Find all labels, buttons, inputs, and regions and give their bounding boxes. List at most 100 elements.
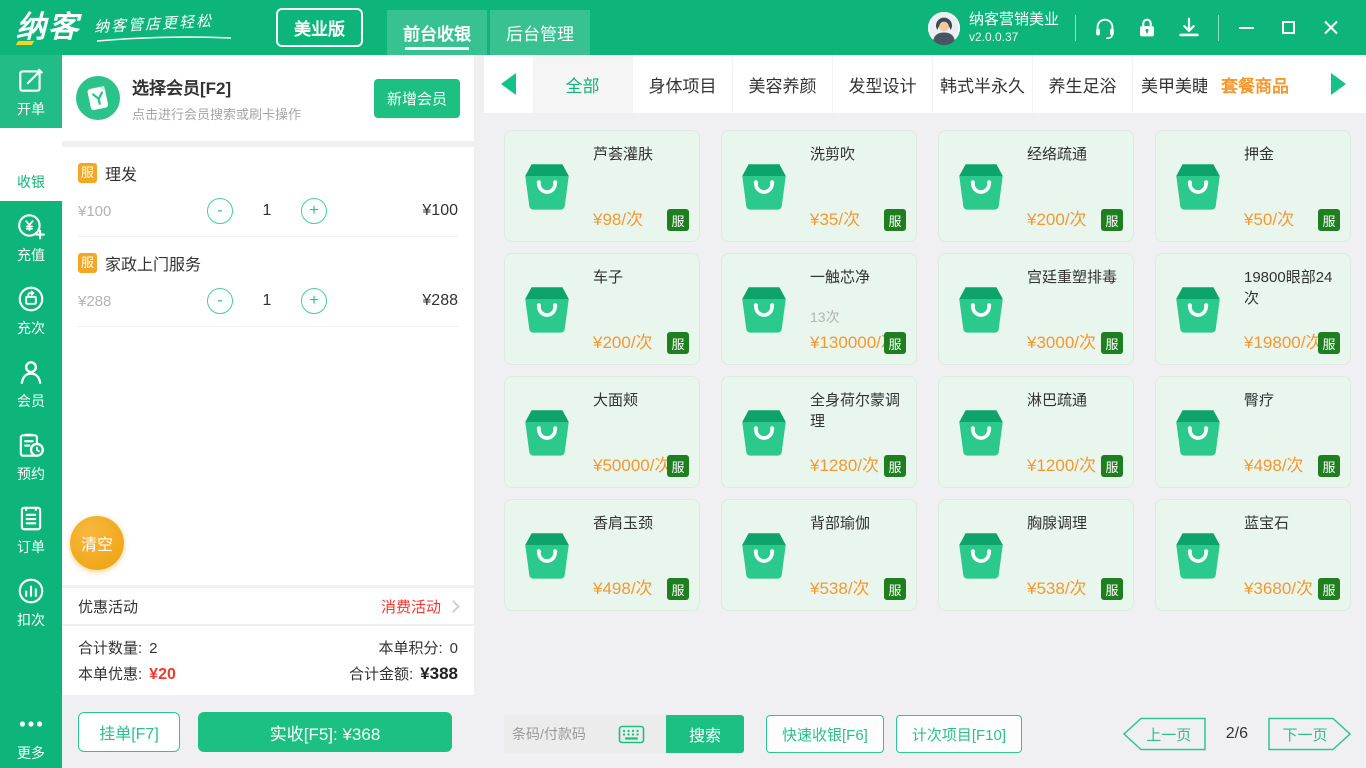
sidebar-item[interactable]: 扣次 bbox=[0, 566, 62, 639]
avatar-icon bbox=[927, 11, 961, 45]
cart-actions: 挂单[F7] 实收[F5]: ¥368 bbox=[78, 712, 452, 752]
member-select-subtitle: 点击进行会员搜索或刷卡操作 bbox=[132, 106, 302, 122]
cart-item-name: 家政上门服务 bbox=[105, 257, 202, 274]
product-card[interactable]: 洗剪吹 ¥35/次 服 bbox=[721, 130, 917, 242]
member-select-title: 选择会员[F2] bbox=[132, 78, 232, 98]
nav-tab-label: 前台收银 bbox=[403, 25, 471, 44]
search-button[interactable]: 搜索 bbox=[666, 715, 744, 753]
decrease-button[interactable]: - bbox=[207, 288, 233, 314]
category-tab[interactable]: 身体项目 bbox=[633, 55, 733, 113]
category-bar: 全部 身体项目 美容养颜 发型设计 韩式半永久 养生足浴 美甲美睫 套餐商品 bbox=[484, 55, 1366, 113]
product-card[interactable]: 蓝宝石 ¥3680/次 服 bbox=[1155, 499, 1351, 611]
category-tabs: 全部 身体项目 美容养颜 发型设计 韩式半永久 养生足浴 美甲美睫 套餐商品 bbox=[533, 55, 1303, 113]
category-tab[interactable]: 美甲美睫 bbox=[1133, 55, 1207, 113]
nav-tab[interactable]: 前台收银 bbox=[387, 10, 487, 55]
promo-row[interactable]: 优惠活动 消费活动 bbox=[62, 588, 474, 624]
lock-icon[interactable] bbox=[1134, 15, 1160, 41]
clear-cart-button[interactable]: 清空 bbox=[70, 516, 124, 570]
checkout-button[interactable]: 实收[F5]: ¥368 bbox=[198, 712, 452, 752]
prev-page-button[interactable]: 上一页 bbox=[1121, 717, 1207, 751]
increase-button[interactable]: + bbox=[301, 288, 327, 314]
product-price: ¥98/次 bbox=[593, 210, 644, 229]
bag-icon bbox=[518, 157, 576, 215]
product-card[interactable]: 胸腺调理 ¥538/次 服 bbox=[938, 499, 1134, 611]
scroll-left-button[interactable] bbox=[484, 55, 533, 113]
product-card[interactable]: 经络疏通 ¥200/次 服 bbox=[938, 130, 1134, 242]
sidebar-item-label: 会员 bbox=[17, 392, 45, 409]
product-card[interactable]: 宫廷重塑排毒 ¥3000/次 服 bbox=[938, 253, 1134, 365]
count-item-button[interactable]: 计次项目[F10] bbox=[895, 715, 1023, 753]
service-badge: 服 bbox=[667, 209, 689, 231]
category-tab[interactable]: 美容养颜 bbox=[733, 55, 833, 113]
sidebar-item-label: 开单 bbox=[17, 100, 45, 117]
promo-value: 消费活动 bbox=[380, 598, 441, 616]
service-badge: 服 bbox=[884, 455, 906, 477]
product-card[interactable]: 押金 ¥50/次 服 bbox=[1155, 130, 1351, 242]
sidebar-item[interactable]: 开单 bbox=[0, 55, 62, 128]
next-page-button[interactable]: 下一页 bbox=[1267, 717, 1353, 751]
sidebar-item[interactable]: 预约 bbox=[0, 420, 62, 493]
pagination: 上一页 2/6 下一页 bbox=[1121, 717, 1353, 751]
sidebar-item[interactable]: 会员 bbox=[0, 347, 62, 420]
category-tab-label: 韩式半永久 bbox=[940, 76, 1025, 96]
cashier-icon bbox=[16, 138, 46, 168]
close-button[interactable] bbox=[1323, 20, 1338, 35]
orders-icon bbox=[16, 503, 46, 533]
product-card[interactable]: 淋巴疏通 ¥1200/次 服 bbox=[938, 376, 1134, 488]
chevron-right-icon bbox=[447, 599, 460, 613]
product-price: ¥3000/次 bbox=[1027, 333, 1096, 352]
sidebar-item[interactable]: 充次 bbox=[0, 274, 62, 347]
product-card[interactable]: 香肩玉颈 ¥498/次 服 bbox=[504, 499, 700, 611]
keyboard-icon[interactable] bbox=[618, 725, 645, 744]
minimize-button[interactable] bbox=[1239, 26, 1254, 29]
category-tab[interactable]: 套餐商品 bbox=[1207, 55, 1303, 113]
category-tab[interactable]: 养生足浴 bbox=[1033, 55, 1133, 113]
sidebar-item[interactable]: 收银 bbox=[0, 128, 62, 201]
product-card[interactable]: 大面颊 ¥50000/次 服 bbox=[504, 376, 700, 488]
add-member-button[interactable]: 新增会员 bbox=[373, 78, 460, 118]
user-info[interactable]: 纳客营销美业 v2.0.0.37 bbox=[927, 11, 1059, 45]
brand-logo: 纳客 bbox=[16, 10, 80, 44]
sidebar-item[interactable]: 更多 bbox=[0, 704, 62, 768]
product-card[interactable]: 背部瑜伽 ¥538/次 服 bbox=[721, 499, 917, 611]
cart-item: 服 理发 ¥100 - 1 + ¥100 bbox=[78, 147, 458, 237]
product-name: 臀疗 bbox=[1244, 392, 1275, 409]
barcode-input[interactable] bbox=[504, 726, 616, 742]
download-icon[interactable] bbox=[1176, 15, 1202, 41]
category-tab[interactable]: 发型设计 bbox=[833, 55, 933, 113]
decrease-button[interactable]: - bbox=[207, 198, 233, 224]
category-tab[interactable]: 全部 bbox=[533, 55, 633, 113]
product-card[interactable]: 芦荟灌肤 ¥98/次 服 bbox=[504, 130, 700, 242]
product-price: ¥1280/次 bbox=[810, 456, 879, 475]
sidebar-item[interactable]: 订单 bbox=[0, 493, 62, 566]
sidebar-item-label: 订单 bbox=[17, 538, 45, 555]
headset-icon[interactable] bbox=[1092, 15, 1118, 41]
scroll-right-button[interactable] bbox=[1310, 55, 1366, 113]
nav-tab[interactable]: 后台管理 bbox=[490, 10, 590, 55]
product-name: 淋巴疏通 bbox=[1027, 392, 1088, 409]
hold-order-button[interactable]: 挂单[F7] bbox=[78, 712, 180, 752]
quick-cash-button[interactable]: 快速收银[F6] bbox=[766, 715, 884, 753]
product-card[interactable]: 车子 ¥200/次 服 bbox=[504, 253, 700, 365]
member-icon bbox=[16, 357, 46, 387]
maximize-button[interactable] bbox=[1282, 21, 1295, 34]
product-card[interactable]: 一触芯净 13次 ¥130000/次 服 bbox=[721, 253, 917, 365]
service-badge: 服 bbox=[884, 209, 906, 231]
cart-item-amount: ¥288 bbox=[422, 292, 458, 309]
edition-badge[interactable]: 美业版 bbox=[276, 8, 363, 47]
order-discount-label: 本单优惠: bbox=[78, 666, 143, 683]
bag-icon bbox=[952, 526, 1010, 584]
member-select[interactable]: 选择会员[F2] 点击进行会员搜索或刷卡操作 新增会员 bbox=[62, 55, 474, 141]
app-version: v2.0.0.37 bbox=[968, 29, 1019, 44]
category-tab[interactable]: 韩式半永久 bbox=[933, 55, 1033, 113]
service-badge: 服 bbox=[78, 163, 98, 183]
product-card[interactable]: 臀疗 ¥498/次 服 bbox=[1155, 376, 1351, 488]
product-card[interactable]: 全身荷尔蒙调理 ¥1280/次 服 bbox=[721, 376, 917, 488]
service-badge: 服 bbox=[1318, 455, 1340, 477]
cart-item: 服 家政上门服务 ¥288 - 1 + ¥288 bbox=[78, 237, 458, 327]
sidebar-item[interactable]: 充值 bbox=[0, 201, 62, 274]
brand-slogan: 纳客管店更轻松 bbox=[94, 12, 234, 43]
product-card[interactable]: 19800眼部24次 ¥19800/次 服 bbox=[1155, 253, 1351, 365]
category-tab-label: 养生足浴 bbox=[1048, 76, 1117, 96]
increase-button[interactable]: + bbox=[301, 198, 327, 224]
